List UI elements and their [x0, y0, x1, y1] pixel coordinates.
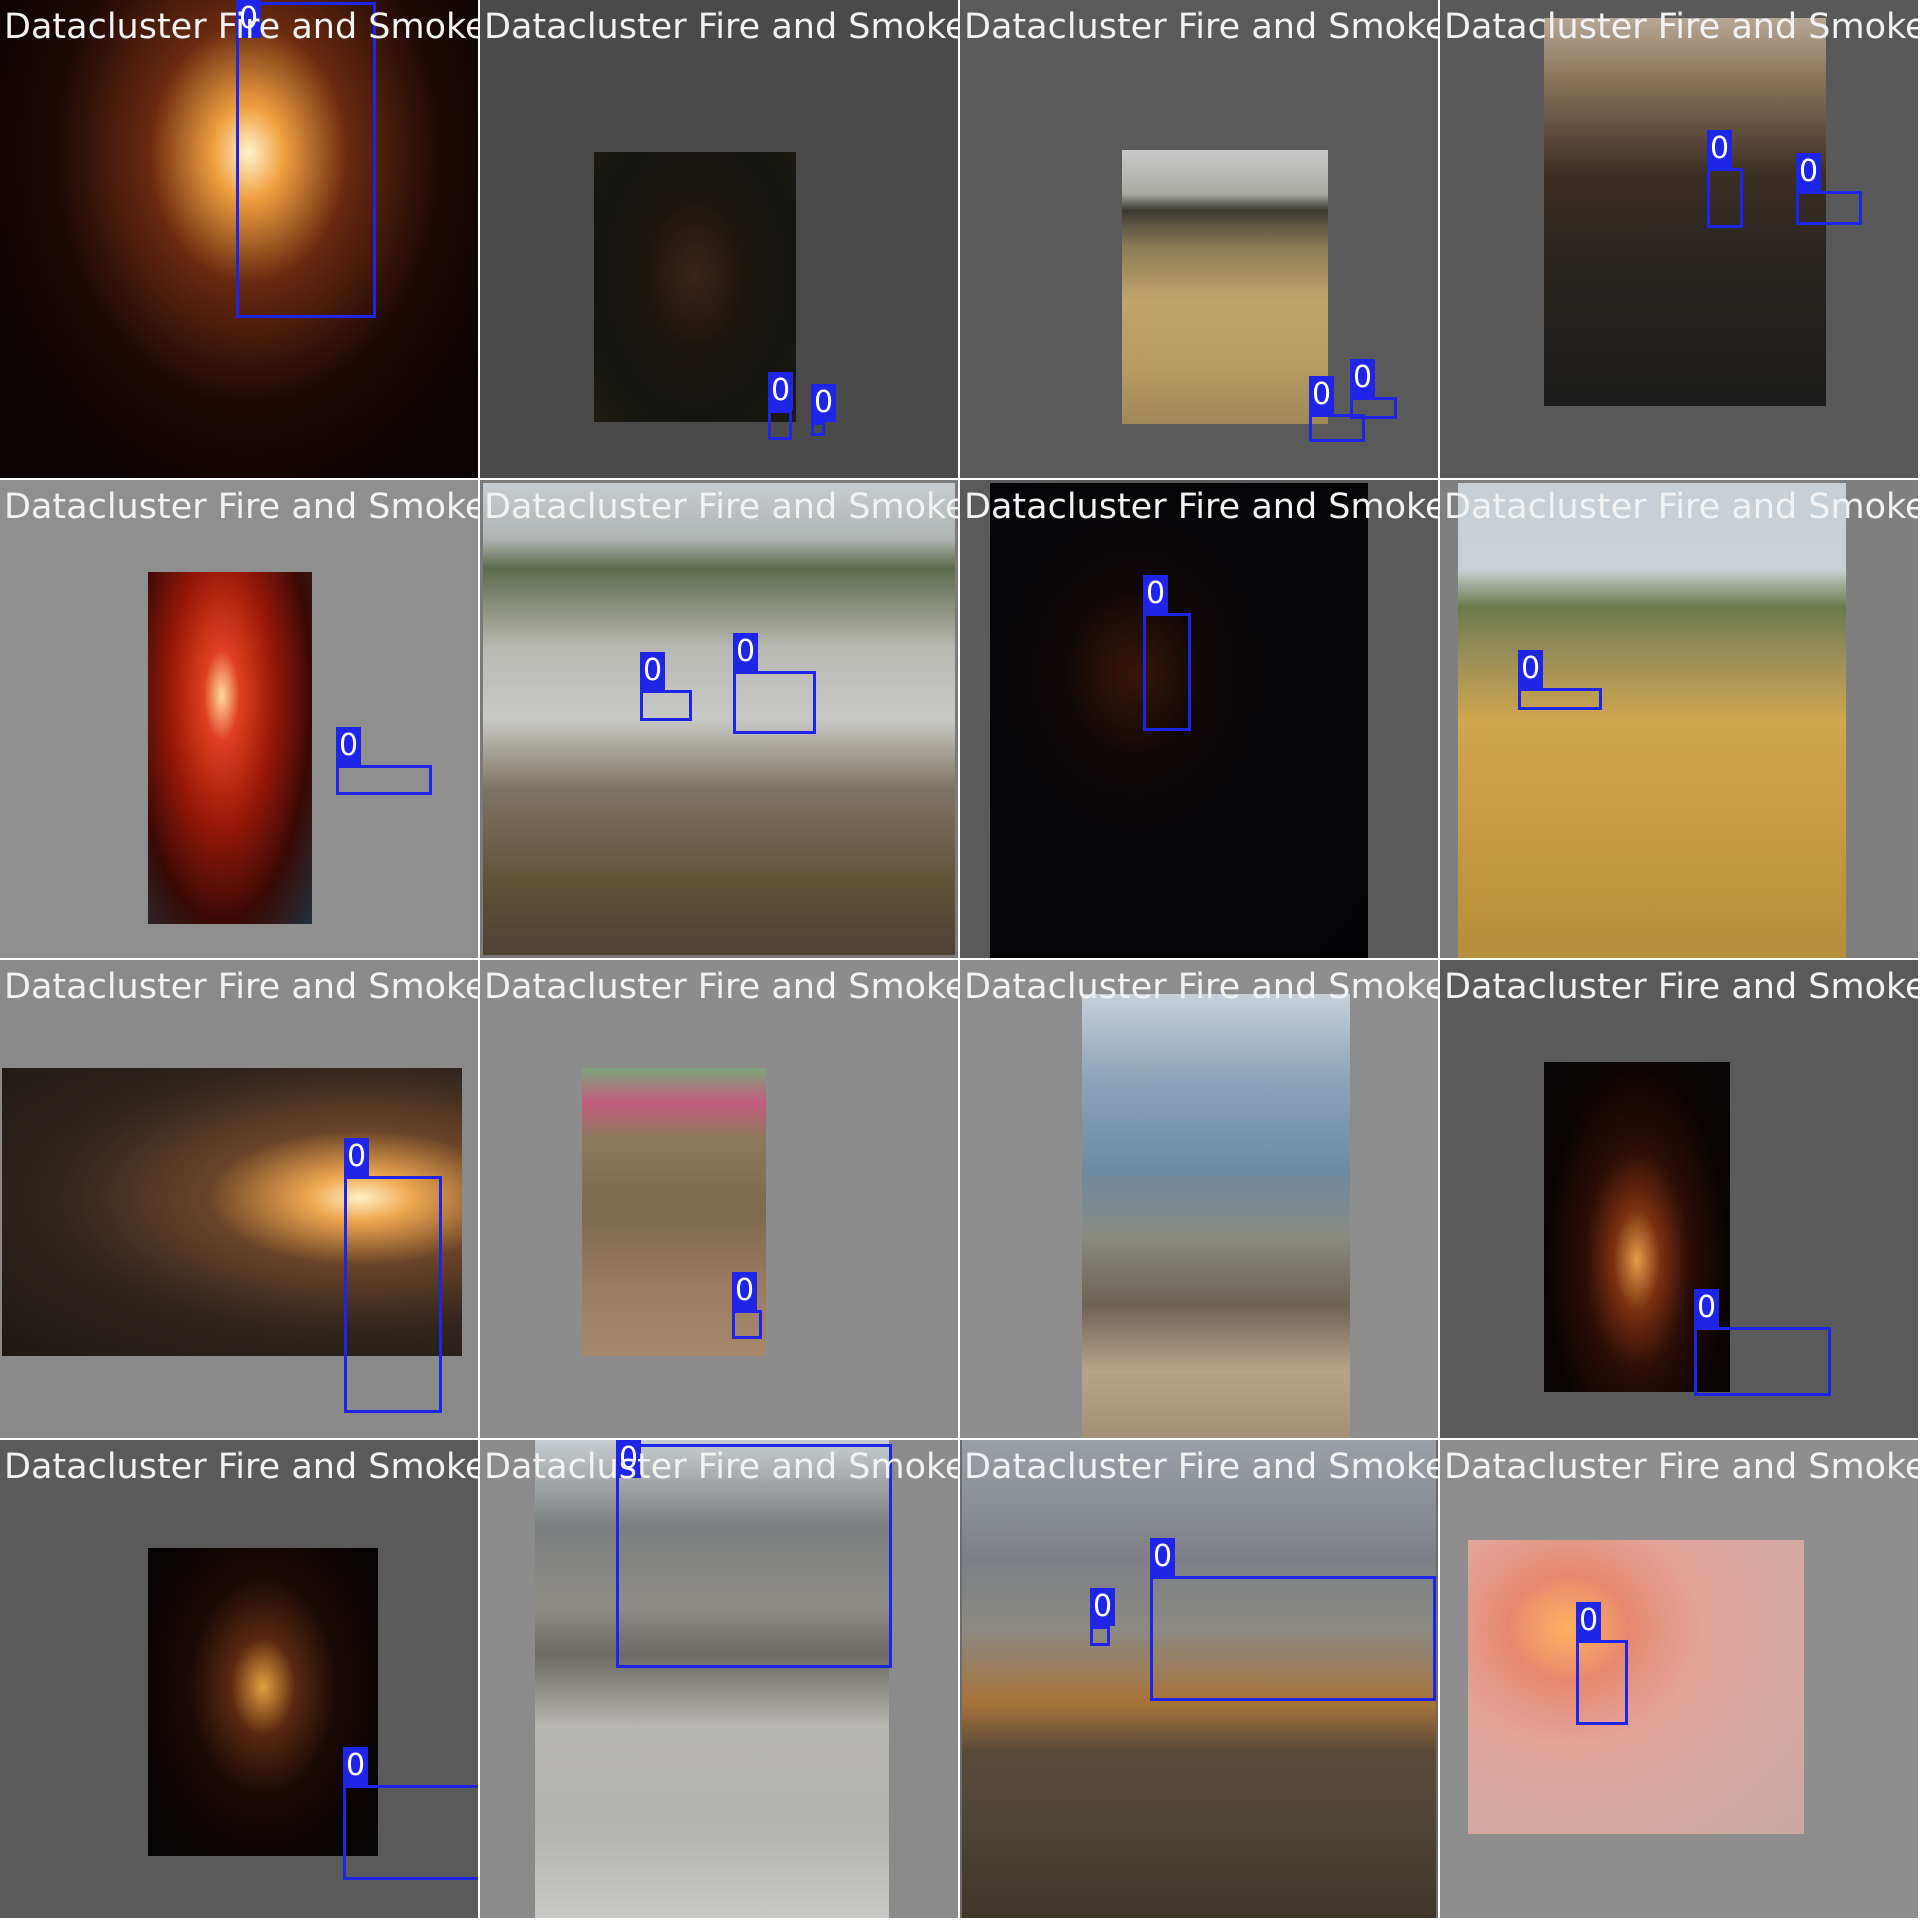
image-filename-title: Datacluster Fire and Smoke Sample (57). [484, 7, 958, 47]
mosaic-tile: 00Datacluster Fire and Smoke Sample (5).… [480, 480, 958, 958]
detection-box [1350, 397, 1397, 419]
mosaic-tile: 00Datacluster Fire and Smoke Sample (63)… [960, 1440, 1438, 1918]
sample-photo [1458, 483, 1846, 958]
sample-photo [1544, 18, 1826, 406]
sample-photo [535, 1440, 889, 1918]
sample-photo [582, 1068, 766, 1356]
image-mosaic: 0Datacluster Fire and Smoke Sample (22).… [0, 0, 1920, 1920]
mosaic-tile: 00Datacluster Fire and Smoke Sample (63)… [1440, 0, 1918, 478]
mosaic-tile: 0Datacluster Fire and Smoke Sample (22). [0, 0, 478, 478]
sample-photo [2, 1068, 462, 1356]
mosaic-tile: 0 Datacluster Fire and Smoke Sample (8). [0, 480, 478, 958]
mosaic-tile: 00Datacluster Fire and Smoke Sample (68)… [960, 0, 1438, 478]
mosaic-tile: 0Datacluster Fire and Smoke Sample (145)… [480, 960, 958, 1438]
sample-photo [1544, 1062, 1730, 1392]
detection-class-label: 0 [811, 384, 837, 422]
sample-photo [962, 1440, 1436, 1918]
detection-class-label: 0 [336, 727, 362, 765]
mosaic-tile: 00Datacluster Fire and Smoke Sample (57)… [480, 0, 958, 478]
image-filename-title: Datacluster Fire and Smoke Sample (26). [4, 1447, 478, 1487]
mosaic-tile: Datacluster Fire and Smoke Sample (79). [960, 960, 1438, 1438]
image-filename-title: Datacluster Fire and Smoke Sample (63). [1444, 967, 1918, 1007]
mosaic-tile: 0Datacluster Fire and Smoke Sample (26). [0, 1440, 478, 1918]
image-filename-title: Datacluster Fire and Smoke Sample (49). [4, 967, 478, 1007]
sample-photo [990, 483, 1368, 958]
mosaic-tile: 0Datacluster Fire and Smoke Sample (71). [960, 480, 1438, 958]
detection-class-label: 0 [1350, 359, 1376, 397]
image-filename-title: Datacluster Fire and Smoke Sample (145). [484, 967, 958, 1007]
sample-photo [1468, 1540, 1804, 1834]
mosaic-tile: 0Datacluster Fire and Smoke Sample (63). [1440, 960, 1918, 1438]
mosaic-tile: 0Datacluster Fire and Smoke Sample (49). [0, 960, 478, 1438]
image-filename-title: Datacluster Fire and Smoke Sample (68). [964, 7, 1438, 47]
mosaic-tile: 0Datacluster Fire and Smoke Sample (66). [480, 1440, 958, 1918]
image-filename-title: Datacluster Fire and Smoke Sample (63). [1444, 1447, 1918, 1487]
image-filename-title: Datacluster Fire and Smoke Sample (8). [4, 487, 478, 527]
sample-photo [594, 152, 796, 422]
sample-photo [148, 572, 312, 924]
sample-photo [0, 0, 478, 478]
sample-photo [1122, 150, 1328, 424]
detection-box [811, 422, 825, 436]
sample-photo [483, 483, 955, 955]
detection-box [336, 765, 432, 795]
mosaic-tile: 0Datacluster Fire and Smoke Sample (31). [1440, 480, 1918, 958]
sample-photo [148, 1548, 378, 1856]
mosaic-tile: 0Datacluster Fire and Smoke Sample (63). [1440, 1440, 1918, 1918]
sample-photo [1082, 994, 1350, 1438]
